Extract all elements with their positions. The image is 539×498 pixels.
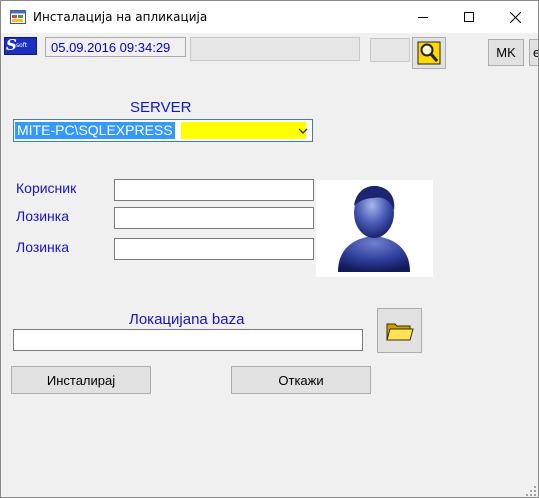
datetime-display: 05.09.2016 09:34:29 [45, 37, 186, 57]
search-button[interactable] [412, 37, 446, 69]
company-logo: S soft [4, 37, 37, 55]
language-mk-button[interactable]: MK [488, 39, 524, 66]
folder-icon [385, 323, 414, 340]
cancel-button[interactable]: Откажи [231, 366, 371, 394]
server-highlight [181, 122, 306, 139]
app-window-icon [10, 10, 26, 24]
user-avatar-icon [338, 185, 410, 272]
maximize-icon [464, 12, 474, 22]
location-input[interactable] [13, 329, 363, 351]
password-confirm-label: Лозинка [16, 239, 70, 255]
server-select[interactable]: MITE-PC\SQLEXPRESS [13, 119, 313, 142]
resize-grip-icon[interactable] [525, 485, 537, 497]
minimize-button[interactable] [400, 1, 446, 33]
password-input[interactable] [114, 207, 314, 229]
location-label: Локацијana baza [129, 311, 245, 328]
installation-window: Инсталација на апликација S soft 05.09.2… [0, 0, 539, 498]
password-confirm-input[interactable] [114, 238, 314, 260]
title-bar: Инсталација на апликација [1, 1, 538, 33]
close-button[interactable] [492, 1, 538, 33]
magnifier-icon [417, 41, 441, 65]
browse-folder-button[interactable] [377, 308, 422, 353]
small-status-field [370, 38, 410, 62]
minimize-icon [418, 17, 428, 18]
user-input[interactable] [114, 179, 314, 201]
close-icon [509, 11, 521, 23]
server-label: SERVER [130, 99, 192, 116]
maximize-button[interactable] [446, 1, 492, 33]
logo-text: soft [16, 42, 28, 49]
window-title: Инсталација на апликација [33, 10, 208, 24]
language-extra-button[interactable]: e [529, 39, 538, 66]
status-field [190, 37, 360, 61]
password-label: Лозинка [16, 208, 70, 224]
user-label: Корисник [16, 180, 77, 196]
install-button[interactable]: Инсталирај [11, 366, 151, 394]
user-avatar [316, 180, 433, 277]
server-value: MITE-PC\SQLEXPRESS [15, 122, 175, 139]
chevron-down-icon[interactable] [297, 124, 309, 136]
